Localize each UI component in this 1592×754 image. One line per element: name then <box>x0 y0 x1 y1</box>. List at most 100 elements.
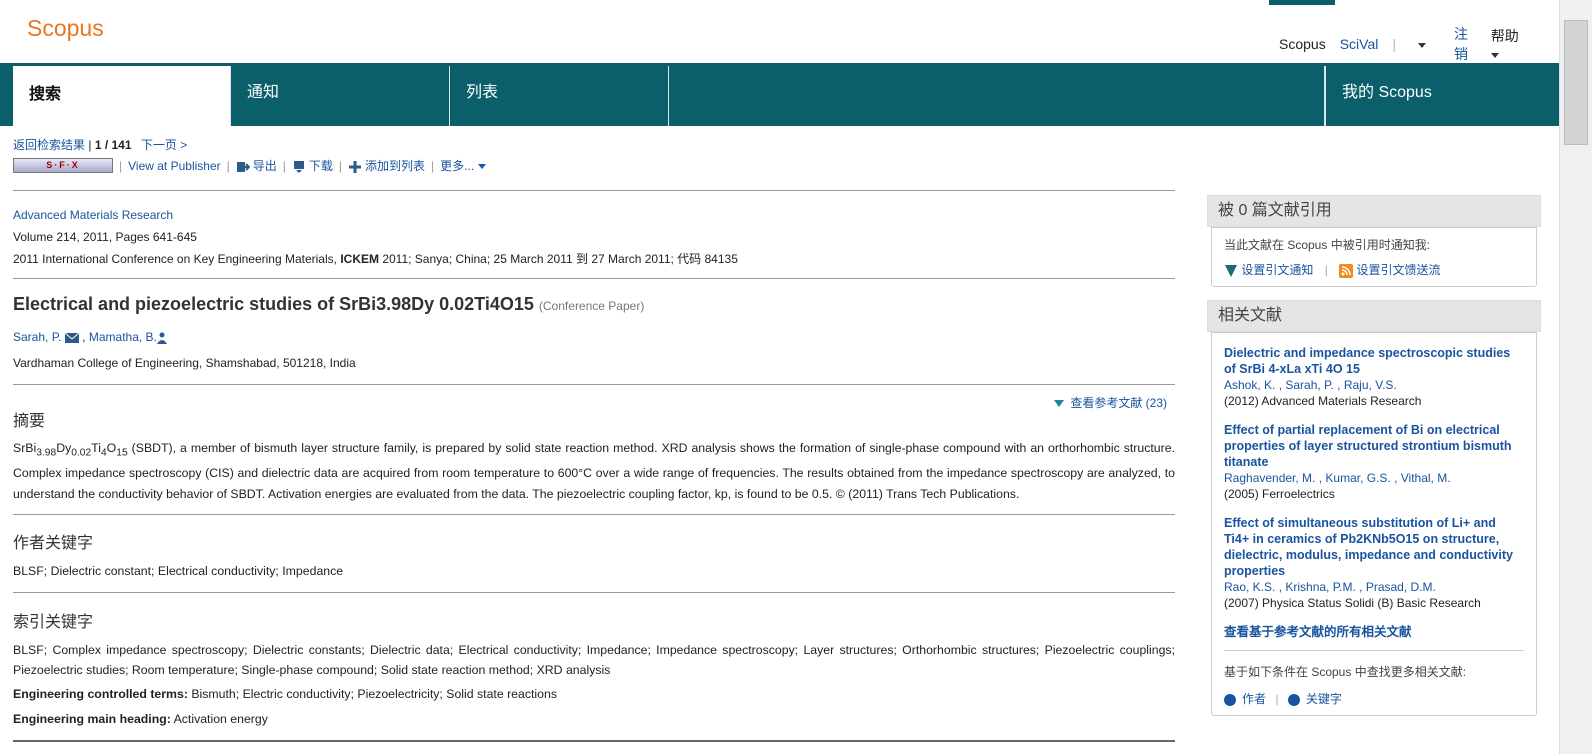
view-references-label: 查看参考文献 (23) <box>1070 396 1167 410</box>
related-title-link[interactable]: Dielectric and impedance spectroscopic s… <box>1224 345 1524 377</box>
article-title: Electrical and piezoelectric studies of … <box>13 294 644 315</box>
next-page-link[interactable]: 下一页 > <box>141 138 187 152</box>
title-text: Electrical and piezoelectric studies of … <box>13 294 534 314</box>
plus-icon <box>349 160 362 173</box>
abstract-body: (SBDT), a member of bismuth layer struct… <box>13 441 1175 502</box>
scrollbar-thumb[interactable] <box>1564 20 1588 145</box>
active-indicator <box>1269 0 1335 5</box>
nav-logout[interactable]: 注销 <box>1454 24 1477 64</box>
related-source: (2012) Advanced Materials Research <box>1224 394 1422 408</box>
related-source: (2005) Ferroelectrics <box>1224 487 1335 501</box>
divider <box>13 384 1175 385</box>
related-title-link[interactable]: Effect of partial replacement of Bi on e… <box>1224 422 1524 470</box>
cited-by-box: 当此文献在 Scopus 中被引用时通知我: 设置引文通知 | 设置引文馈送流 <box>1211 227 1537 287</box>
main-heading: Engineering main heading: Activation ene… <box>13 709 1175 729</box>
view-at-publisher-link[interactable]: View at Publisher <box>128 159 221 173</box>
conf-prefix: 2011 International Conference on Key Eng… <box>13 252 341 266</box>
result-position: 1 / 141 <box>94 138 132 152</box>
view-references-link[interactable]: 查看参考文献 (23) <box>1054 394 1167 411</box>
vertical-scrollbar[interactable] <box>1559 0 1592 754</box>
formula-part: O <box>106 441 117 455</box>
divider <box>13 190 1175 191</box>
add-to-list-label: 添加到列表 <box>365 159 426 173</box>
volume-info: Volume 214, 2011, Pages 641-645 <box>13 230 197 244</box>
divider <box>13 514 1175 515</box>
related-item: Dielectric and impedance spectroscopic s… <box>1224 345 1524 409</box>
more-label: 更多... <box>440 159 475 173</box>
notify-text: 当此文献在 Scopus 中被引用时通知我: <box>1224 238 1431 252</box>
download-button[interactable]: 下载 <box>292 157 333 174</box>
author-keywords-text: BLSF; Dielectric constant; Electrical co… <box>13 564 344 578</box>
formula-part: Ti <box>91 441 101 455</box>
export-icon <box>236 161 250 172</box>
rss-icon <box>1339 263 1354 278</box>
tab-alerts[interactable]: 通知 <box>231 66 450 126</box>
formula-sub: 15 <box>116 447 128 459</box>
source-info: Advanced Materials Research Volume 214, … <box>13 204 738 270</box>
nav-scival[interactable]: SciVal <box>1340 36 1379 52</box>
author-link[interactable]: Mamatha, B. <box>89 330 157 344</box>
nav-scopus[interactable]: Scopus <box>1279 36 1326 52</box>
controlled-terms-label: Engineering controlled terms: <box>13 687 188 701</box>
tab-my-scopus[interactable]: 我的 Scopus <box>1325 66 1560 126</box>
nav-help[interactable]: 帮助 <box>1490 26 1546 62</box>
scopus-logo[interactable]: Scopus <box>27 15 104 42</box>
find-by-author-link[interactable]: 作者 <box>1242 692 1266 706</box>
nav-divider: | <box>1392 36 1396 52</box>
add-to-list-button[interactable]: 添加到列表 <box>348 157 425 174</box>
formula-part: Dy <box>56 441 72 455</box>
document-toolbar: S·F·X | View at Publisher | 导出 | 下载 | 添加… <box>13 157 486 174</box>
back-to-results-link[interactable]: 返回检索结果 <box>13 138 85 152</box>
citation-actions: 设置引文通知 | 设置引文馈送流 <box>1224 261 1524 278</box>
sidebar: 被 0 篇文献引用 当此文献在 Scopus 中被引用时通知我: 设置引文通知 … <box>1207 195 1541 716</box>
alert-icon <box>1225 264 1237 277</box>
related-item: Effect of simultaneous substitution of L… <box>1224 515 1524 611</box>
download-label: 下载 <box>308 159 333 173</box>
nav-sep: | <box>88 138 92 152</box>
conference-info: 2011 International Conference on Key Eng… <box>13 248 738 270</box>
main-heading-label: Engineering main heading: <box>13 712 171 726</box>
related-authors[interactable]: Rao, K.S. , Krishna, P.M. , Prasad, D.M. <box>1224 579 1524 595</box>
journal-link[interactable]: Advanced Materials Research <box>13 204 738 226</box>
account-dropdown-icon[interactable] <box>1418 36 1440 52</box>
conf-acronym: ICKEM <box>340 252 379 266</box>
email-icon[interactable] <box>64 332 80 343</box>
related-authors[interactable]: Raghavender, M. , Kumar, G.S. , Vithal, … <box>1224 470 1524 486</box>
export-button[interactable]: 导出 <box>236 157 277 174</box>
related-documents-box: Dielectric and impedance spectroscopic s… <box>1211 332 1537 716</box>
abstract-text: SrBi3.98Dy0.02Ti4O15 (SBDT), a member of… <box>13 438 1175 505</box>
set-citation-alert-link[interactable]: 设置引文通知 <box>1241 263 1313 277</box>
related-item: Effect of partial replacement of Bi on e… <box>1224 422 1524 502</box>
person-icon[interactable] <box>156 332 167 344</box>
set-citation-feed-link[interactable]: 设置引文馈送流 <box>1357 263 1441 277</box>
related-authors[interactable]: Ashok, K. , Sarah, P. , Raju, V.S. <box>1224 377 1524 393</box>
author-keywords-heading: 作者关键字 <box>13 535 94 552</box>
tab-search[interactable]: 搜索 <box>13 66 231 126</box>
result-navigation: 返回检索结果 | 1 / 141 下一页 > <box>13 136 187 153</box>
abstract-heading: 摘要 <box>13 413 46 430</box>
nav-help-label: 帮助 <box>1490 28 1519 44</box>
tab-spacer <box>669 66 1325 126</box>
main-heading-value: Activation energy <box>170 712 268 726</box>
download-icon <box>293 160 304 173</box>
view-all-related-link[interactable]: 查看基于参考文献的所有相关文献 <box>1224 624 1524 651</box>
tab-lists[interactable]: 列表 <box>450 66 669 126</box>
header: Scopus Scopus SciVal | 注销 帮助 <box>0 0 1560 63</box>
find-by-keyword-link[interactable]: 关键字 <box>1306 692 1342 706</box>
more-menu-button[interactable]: 更多... <box>440 157 486 174</box>
search-icon <box>1287 693 1300 706</box>
find-more-text: 基于如下条件在 Scopus 中查找更多相关文献: <box>1224 665 1467 679</box>
formula-sub: 0.02 <box>71 447 92 459</box>
related-documents-heading: 相关文献 <box>1207 300 1541 332</box>
chevron-down-icon <box>477 164 486 170</box>
divider <box>13 278 1175 279</box>
author-link[interactable]: Sarah, P. <box>13 330 61 344</box>
top-nav: Scopus SciVal | 注销 帮助 <box>1269 0 1560 64</box>
controlled-terms-value: Bismuth; Electric conductivity; Piezoele… <box>187 687 557 701</box>
find-more-actions: 作者 | 关键字 <box>1224 690 1524 707</box>
sfx-button[interactable]: S·F·X <box>13 158 113 173</box>
expand-triangle-icon <box>1054 400 1065 408</box>
related-title-link[interactable]: Effect of simultaneous substitution of L… <box>1224 515 1524 579</box>
export-label: 导出 <box>252 159 277 173</box>
affiliation: Vardhaman College of Engineering, Shamsh… <box>13 356 356 370</box>
